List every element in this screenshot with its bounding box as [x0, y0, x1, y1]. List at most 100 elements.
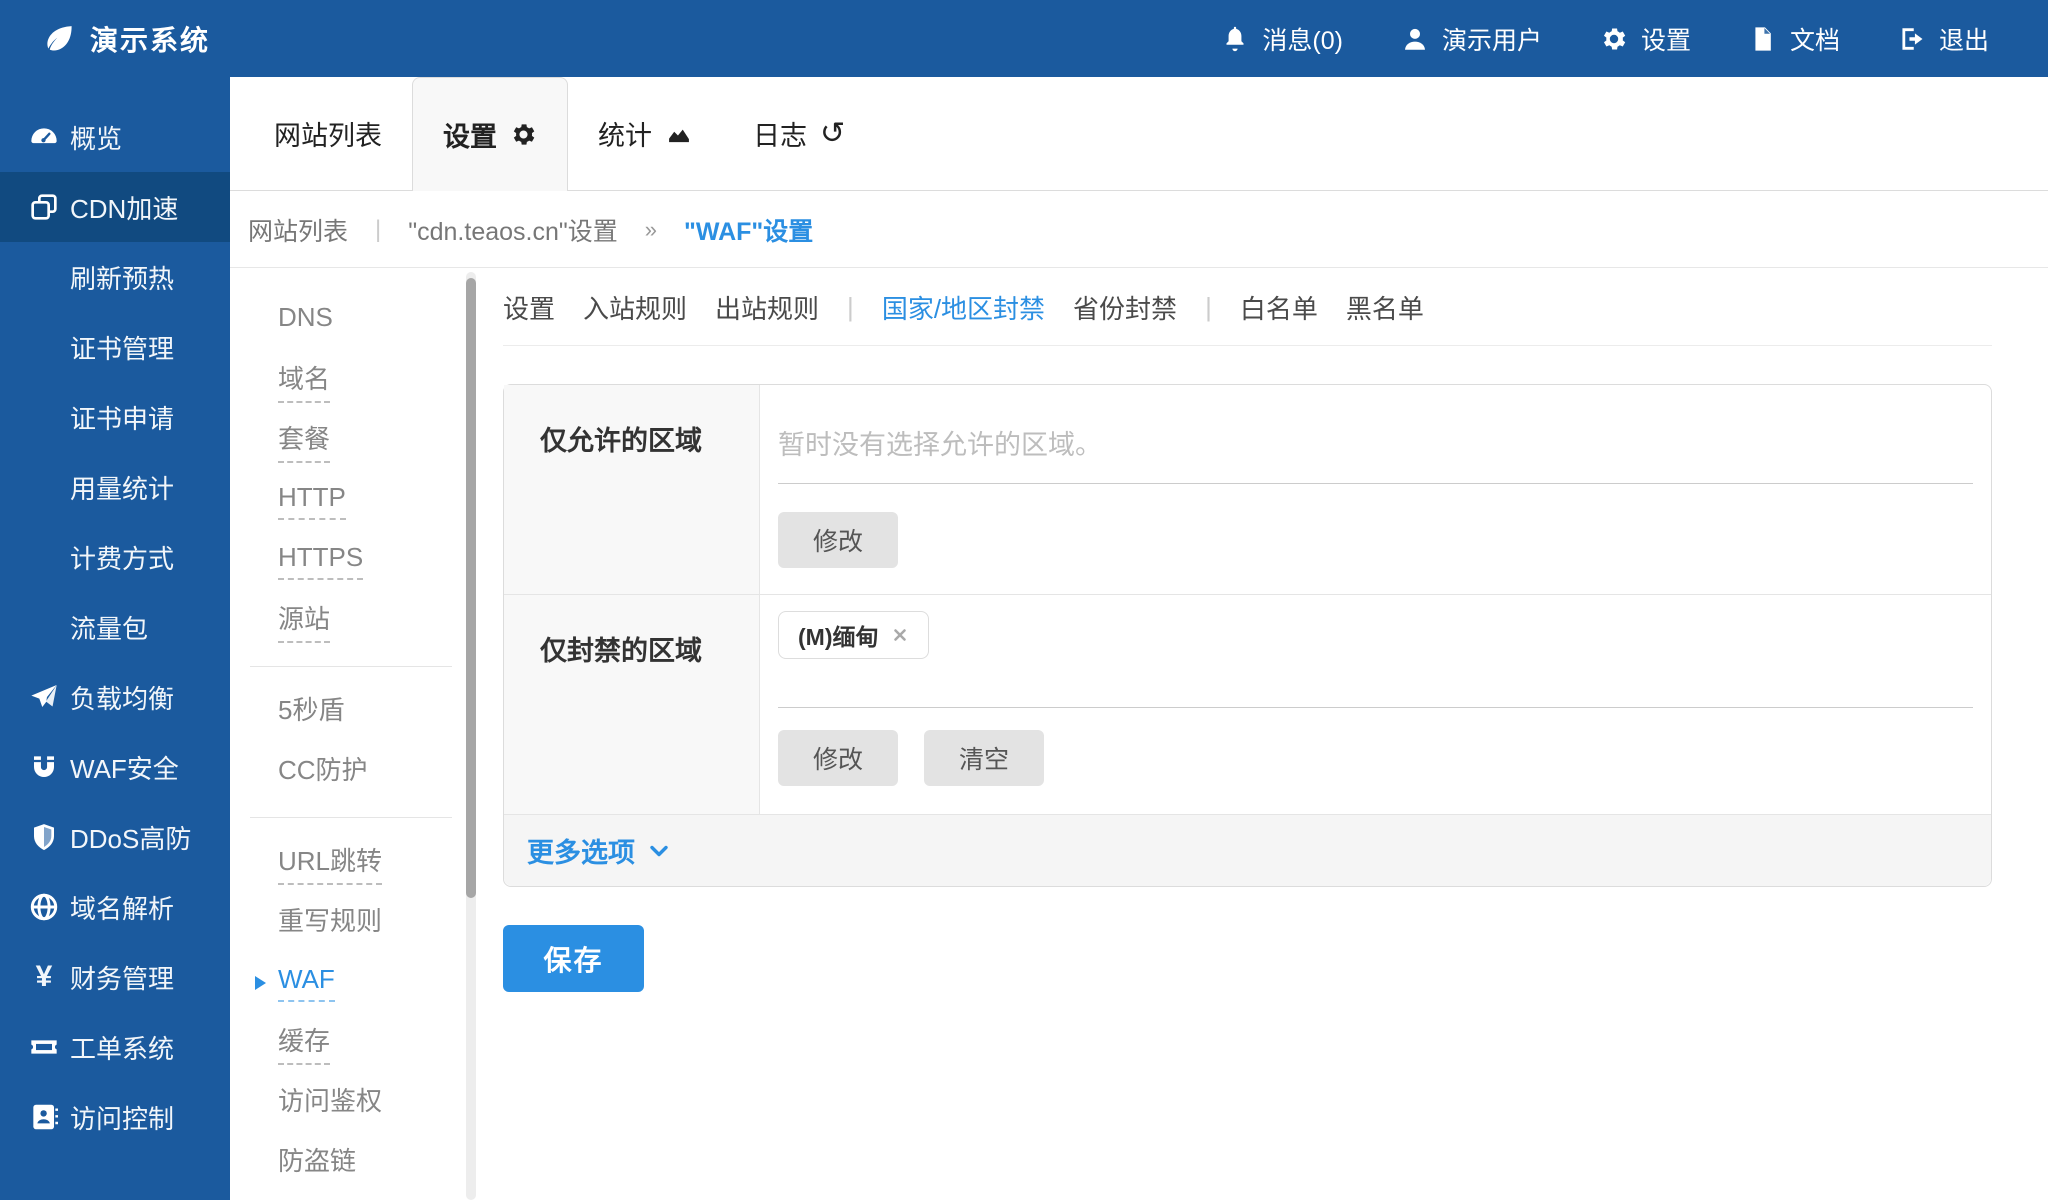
user-menu-item[interactable]: 演示用户: [1372, 0, 1571, 77]
sidebar-item-cert-manage[interactable]: 证书管理: [0, 312, 230, 382]
sidebar-item-refresh-prewarm[interactable]: 刷新预热: [0, 242, 230, 312]
breadcrumb-waf-settings[interactable]: "WAF"设置: [684, 212, 813, 248]
allowed-regions-input[interactable]: 暂时没有选择允许的区域。: [778, 423, 1973, 455]
allowed-regions-label: 仅允许的区域: [504, 385, 760, 594]
yen-icon: ¥: [26, 962, 62, 992]
subnav-item-origin[interactable]: 源站: [230, 591, 480, 651]
subnav-item-https[interactable]: HTTPS: [230, 531, 480, 591]
sidebar-item-waf-security[interactable]: WAF安全: [0, 732, 230, 802]
subnav-scrollbar-track[interactable]: [466, 272, 476, 1200]
subnav-scrollbar-thumb[interactable]: [466, 278, 476, 898]
subnav-item-cc-protect[interactable]: CC防护: [230, 742, 480, 802]
sidebar-item-cdn[interactable]: CDN加速: [0, 172, 230, 242]
waf-tab-whitelist[interactable]: 白名单: [1240, 289, 1318, 326]
shield-icon: [26, 821, 62, 853]
chart-area-icon: [665, 120, 693, 148]
subnav-item-domain[interactable]: 域名: [230, 351, 480, 411]
messages-menu-item[interactable]: 消息(0): [1192, 0, 1372, 77]
docs-label: 文档: [1790, 21, 1840, 57]
tab-statistics[interactable]: 统计: [568, 77, 723, 190]
messages-label: 消息(0): [1262, 21, 1343, 57]
sidebar-item-billing-mode[interactable]: 计费方式: [0, 522, 230, 592]
topbar-menu: 消息(0) 演示用户 设置 文档 退出: [1192, 0, 2018, 77]
sidebar-item-ddos[interactable]: DDoS高防: [0, 802, 230, 872]
subnav-item-dns[interactable]: DNS: [230, 291, 480, 351]
bell-icon: [1221, 25, 1249, 53]
subnav-item-plan[interactable]: 套餐: [230, 411, 480, 471]
waf-tab-settings[interactable]: 设置: [503, 289, 555, 326]
subnav-divider: [250, 817, 452, 818]
document-icon: [1749, 25, 1777, 53]
sidebar-item-overview[interactable]: 概览: [0, 102, 230, 172]
waf-tab-inbound-rules[interactable]: 入站规则: [583, 289, 687, 326]
allowed-modify-button[interactable]: 修改: [778, 512, 898, 568]
docs-menu-item[interactable]: 文档: [1720, 0, 1869, 77]
logout-menu-item[interactable]: 退出: [1869, 0, 2018, 77]
brand[interactable]: 演示系统: [42, 19, 210, 59]
chevron-down-icon: [647, 839, 671, 863]
tab-label: 日志: [753, 114, 807, 153]
subnav-item-hotlink[interactable]: 防盗链: [230, 1133, 480, 1193]
waf-tab-country-block[interactable]: 国家/地区封禁: [882, 289, 1045, 326]
region-block-form: 仅允许的区域 暂时没有选择允许的区域。 修改 仅封禁的区域 (M)缅甸: [503, 384, 1992, 887]
user-label: 演示用户: [1442, 21, 1542, 57]
region-tag[interactable]: (M)缅甸: [778, 611, 929, 659]
sidebar-item-tickets[interactable]: 工单系统: [0, 1012, 230, 1082]
waf-tab-outbound-rules[interactable]: 出站规则: [715, 289, 819, 326]
sidebar-label: 刷新预热: [70, 259, 174, 296]
waf-tab-blacklist[interactable]: 黑名单: [1346, 289, 1424, 326]
remove-tag-icon[interactable]: [891, 626, 909, 644]
tab-label: 设置: [443, 115, 497, 154]
sidebar-item-load-balance[interactable]: 负载均衡: [0, 662, 230, 732]
blocked-modify-button[interactable]: 修改: [778, 730, 898, 786]
tabs-separator: |: [847, 292, 854, 323]
subnav-item-cache[interactable]: 缓存: [230, 1013, 480, 1073]
sidebar-label: WAF安全: [70, 749, 179, 786]
sidebar-item-usage-stats[interactable]: 用量统计: [0, 452, 230, 522]
subnav-item-url-redirect[interactable]: URL跳转: [230, 833, 480, 893]
subnav-item-5s-shield[interactable]: 5秒盾: [230, 682, 480, 742]
breadcrumb-separator: |: [375, 216, 381, 244]
paper-plane-icon: [26, 681, 62, 713]
sidebar: 概览 CDN加速 刷新预热 证书管理 证书申请 用量统计 计费方式 流量包 负载…: [0, 77, 230, 1200]
subnav-item-auth[interactable]: 访问鉴权: [230, 1073, 480, 1133]
address-book-icon: [26, 1101, 62, 1133]
waf-tab-province-block[interactable]: 省份封禁: [1073, 289, 1177, 326]
sidebar-item-cert-apply[interactable]: 证书申请: [0, 382, 230, 452]
subnav-item-rewrite-rules[interactable]: 重写规则: [230, 893, 480, 953]
subnav-item-http[interactable]: HTTP: [230, 471, 480, 531]
tab-settings[interactable]: 设置: [412, 77, 568, 191]
blocked-clear-button[interactable]: 清空: [924, 730, 1044, 786]
site-tabs: 网站列表 设置 统计 日志 ↺: [230, 77, 2048, 191]
blocked-regions-input[interactable]: (M)缅甸: [778, 611, 1973, 659]
magnet-icon: [26, 751, 62, 783]
breadcrumb-site-settings[interactable]: "cdn.teaos.cn"设置: [408, 212, 618, 248]
tab-logs[interactable]: 日志 ↺: [723, 77, 875, 190]
tab-site-list[interactable]: 网站列表: [244, 77, 412, 190]
sidebar-label: 负载均衡: [70, 679, 174, 716]
sidebar-item-access-control[interactable]: 访问控制: [0, 1082, 230, 1152]
settings-menu-item[interactable]: 设置: [1571, 0, 1720, 77]
blocked-regions-cell: (M)缅甸 修改 清空: [760, 595, 1991, 814]
brand-label: 演示系统: [90, 19, 210, 59]
main-area: 网站列表 设置 统计 日志 ↺ 网站列表 | "cdn.teaos.cn"设置 …: [230, 77, 2048, 1200]
breadcrumb-site-list[interactable]: 网站列表: [248, 212, 348, 248]
tab-label: 网站列表: [274, 114, 382, 153]
sidebar-item-traffic-pack[interactable]: 流量包: [0, 592, 230, 662]
more-options-label: 更多选项: [527, 831, 635, 870]
sidebar-label: 财务管理: [70, 959, 174, 996]
history-icon: ↺: [820, 119, 845, 149]
save-button[interactable]: 保存: [503, 925, 644, 992]
settings-label: 设置: [1641, 21, 1691, 57]
sidebar-label: 证书管理: [70, 329, 174, 366]
logout-icon: [1898, 25, 1926, 53]
sidebar-item-dns-resolve[interactable]: 域名解析: [0, 872, 230, 942]
subnav-item-waf[interactable]: WAF: [230, 953, 480, 1013]
gauge-icon: [26, 121, 62, 153]
gear-icon: [1600, 25, 1628, 53]
sidebar-item-finance[interactable]: ¥ 财务管理: [0, 942, 230, 1012]
more-options-link[interactable]: 更多选项: [527, 831, 671, 870]
subnav-divider: [250, 666, 452, 667]
sidebar-label: 计费方式: [70, 539, 174, 576]
allowed-regions-row: 仅允许的区域 暂时没有选择允许的区域。 修改: [504, 385, 1991, 595]
